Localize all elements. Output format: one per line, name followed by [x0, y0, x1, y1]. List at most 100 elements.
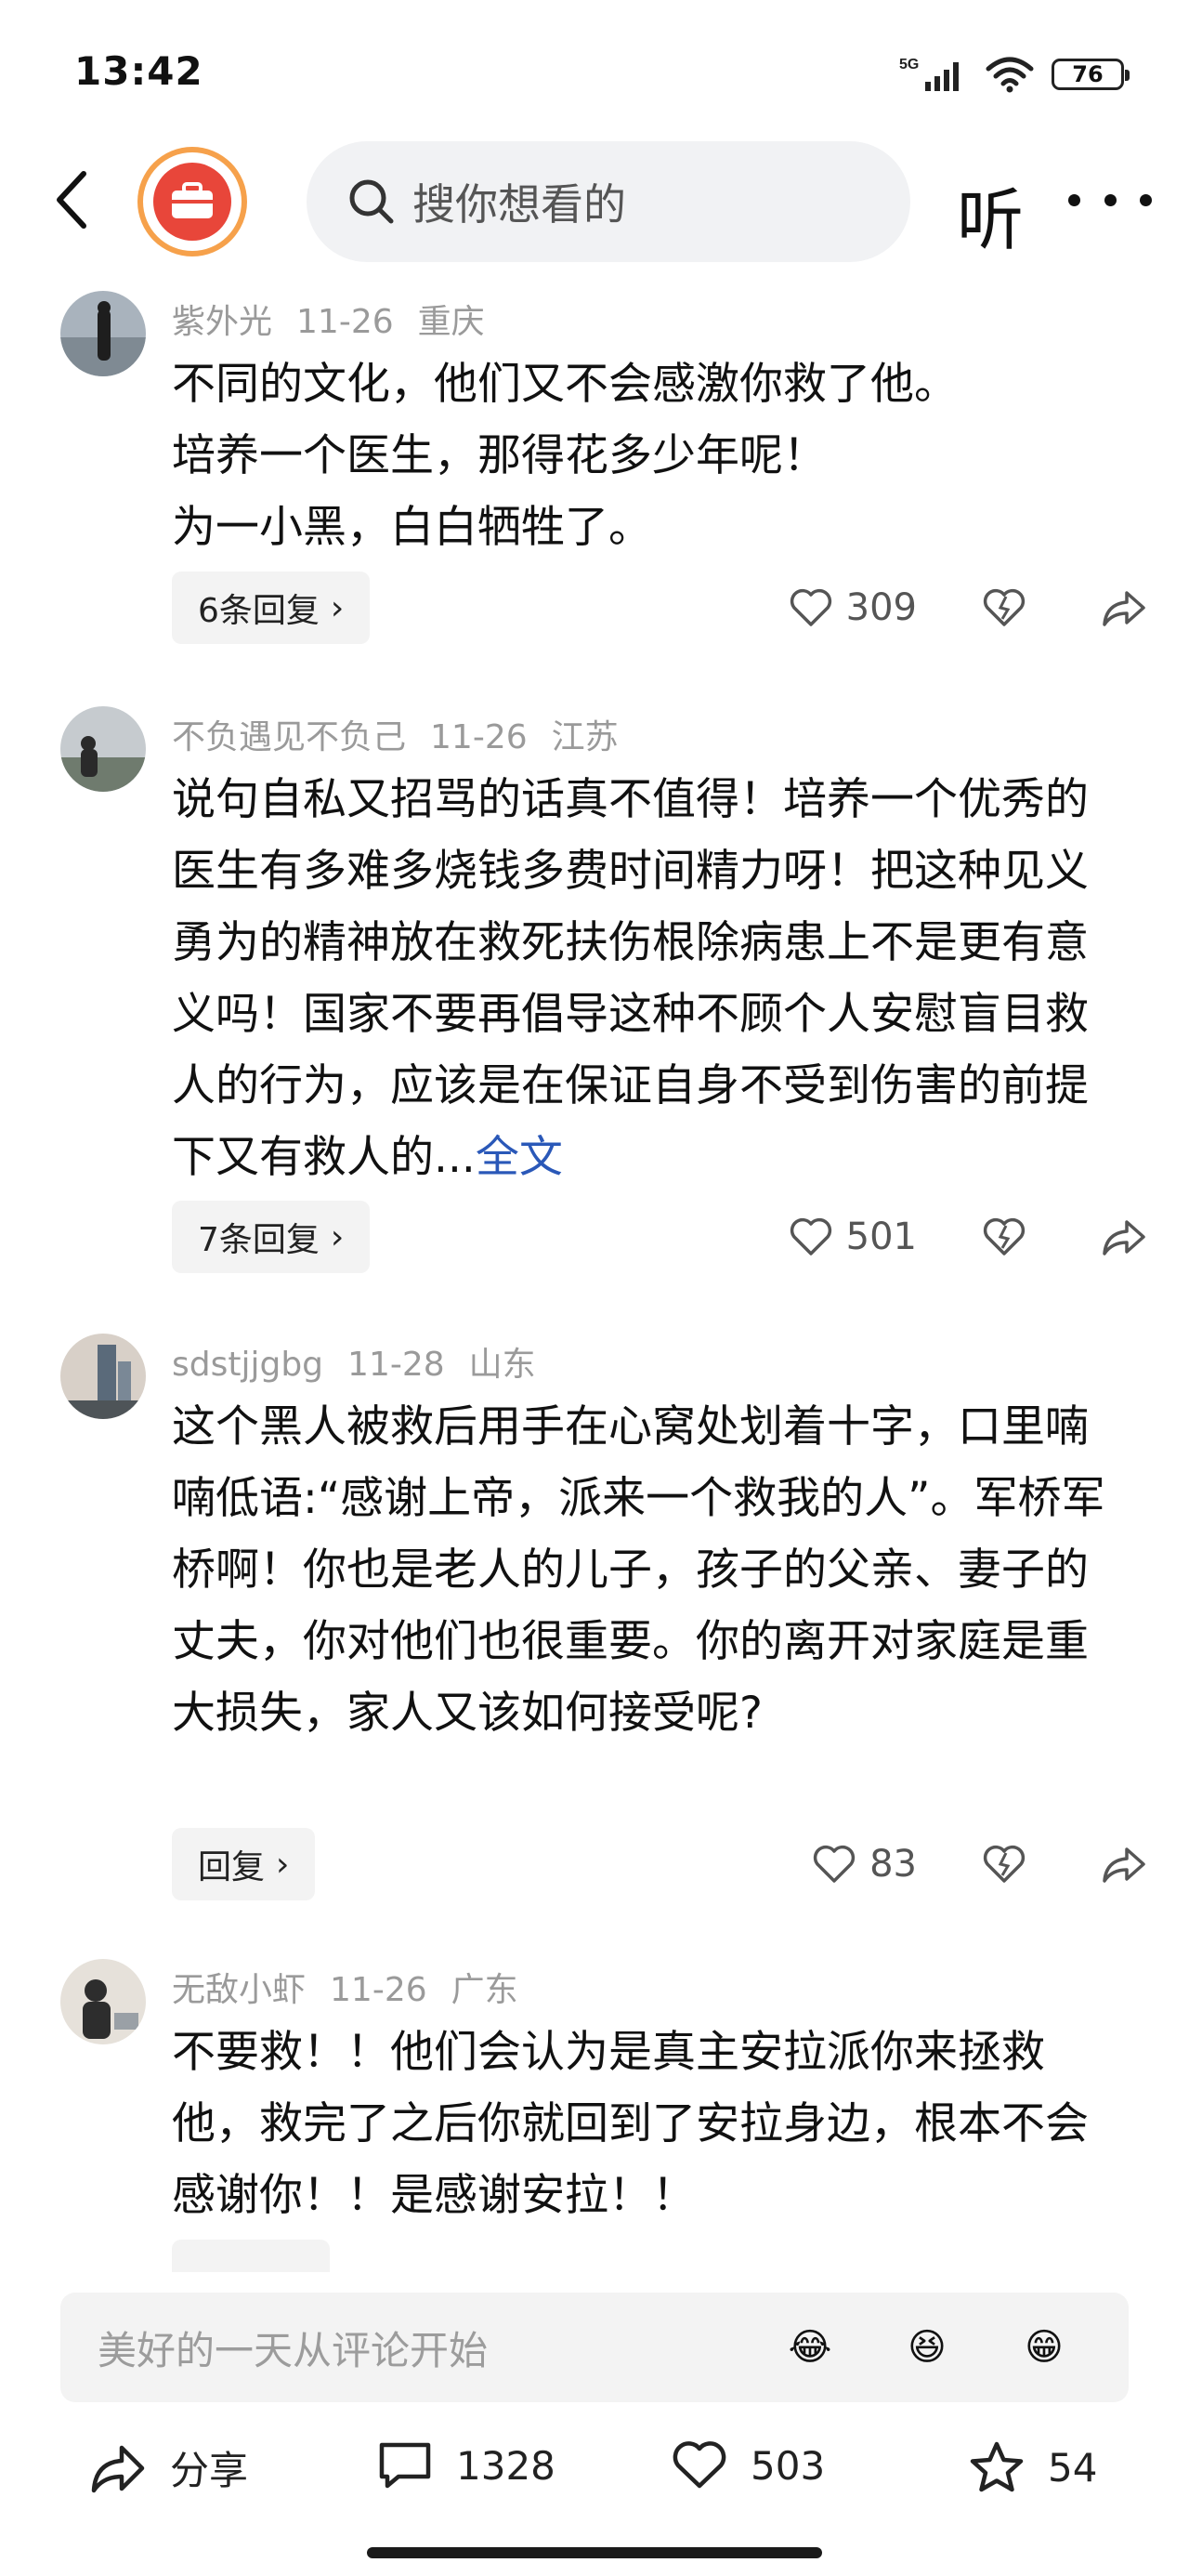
like-count: 83: [869, 1843, 917, 1886]
comment-list: 紫外光 11-26 重庆 不同的文化，他们又不会感激你救了他。 培养一个医生，那得花…: [0, 274, 1189, 2272]
status-time: 13:42: [74, 48, 203, 94]
comment-line: 为一小黑，白白牺牲了。: [172, 502, 652, 553]
comment-item: 无敌小虾 11-26 广东 不要救！！他们会认为是真主安拉派你来拯救他，救完了之后你…: [0, 1942, 1189, 2272]
username[interactable]: 无敌小虾: [172, 1971, 306, 2009]
username[interactable]: 紫外光: [172, 303, 272, 341]
cellular-signal-icon: 5G: [899, 57, 959, 91]
comment-location: 江苏: [551, 718, 619, 756]
like-count: 309: [845, 586, 917, 629]
search-icon: [349, 179, 394, 224]
favorite-count: 54: [1048, 2444, 1098, 2491]
more-options-icon[interactable]: [1068, 172, 1152, 228]
comment-location: 重庆: [417, 303, 485, 341]
network-type: 5G: [899, 57, 919, 72]
share-icon[interactable]: [1101, 1844, 1147, 1885]
heart-icon: [813, 1845, 856, 1883]
comment-placeholder: 美好的一天从评论开始: [98, 2327, 489, 2373]
comment-text[interactable]: 不要救！！他们会认为是真主安拉派你来拯救他，救完了之后你就回到了安拉身边，根本不…: [172, 2017, 1119, 2231]
view-replies-button[interactable]: 6条回复 ›: [172, 572, 371, 644]
like-count: 503: [751, 2442, 826, 2489]
comment-location: 广东: [451, 1971, 518, 2009]
reply-button[interactable]: 回复 ›: [172, 1828, 316, 1900]
battery-level: 76: [1072, 61, 1104, 87]
comment-actions: 309: [789, 572, 1147, 644]
bottom-action-bar: 分享 1328 503 54: [0, 2416, 1189, 2528]
status-icons: 5G 76: [899, 51, 1130, 98]
header: 搜你想看的 听: [0, 139, 1189, 265]
favorite-button[interactable]: 54: [968, 2439, 1097, 2495]
chevron-right-icon: ›: [330, 1217, 345, 1256]
chevron-right-icon: ›: [276, 1845, 290, 1884]
laughing-crying-emoji-icon[interactable]: 😂: [777, 2315, 843, 2380]
comment-body: 说句自私又招骂的话真不值得！培养一个优秀的医生有多难多烧钱多费时间精力呀！把这种…: [172, 774, 1089, 1183]
big-grin-emoji-icon[interactable]: 😁: [1012, 2315, 1077, 2380]
comment-meta: sdstjjgbg 11-28 山东: [172, 1337, 560, 1386]
comment-input[interactable]: 美好的一天从评论开始 😂 😆 😁: [60, 2293, 1129, 2402]
view-replies-button[interactable]: [172, 2240, 330, 2272]
dislike-broken-heart-icon[interactable]: [982, 1216, 1026, 1257]
comment-item: 紫外光 11-26 重庆 不同的文化，他们又不会感激你救了他。 培养一个医生，那得花…: [0, 274, 1189, 674]
comment-meta: 紫外光 11-26 重庆: [172, 295, 509, 343]
comment-item: sdstjjgbg 11-28 山东 这个黑人被救后用手在心窝处划着十字，口里喃喃低…: [0, 1317, 1189, 1939]
comment-location: 山东: [468, 1346, 536, 1384]
expand-full-text-link[interactable]: 全文: [476, 1132, 563, 1183]
search-placeholder: 搜你想看的: [412, 179, 626, 230]
comment-actions: 501: [789, 1201, 1147, 1273]
comment-date: 11-26: [296, 303, 394, 341]
comment-date: 11-26: [430, 718, 528, 756]
avatar[interactable]: [60, 706, 146, 792]
share-icon: [91, 2445, 145, 2492]
like-button[interactable]: 501: [789, 1216, 917, 1258]
comment-item: 不负遇见不负己 11-26 江苏 说句自私又招骂的话真不值得！培养一个优秀的医生有多…: [0, 690, 1189, 1312]
listen-button[interactable]: 听: [957, 165, 1024, 263]
comment-body: 这个黑人被救后用手在心窝处划着十字，口里喃喃低语:“感谢上帝，派来一个救我的人”…: [172, 1401, 1105, 1739]
battery-icon: 76: [1052, 59, 1130, 90]
home-indicator[interactable]: [367, 2547, 822, 2558]
like-button[interactable]: 83: [812, 1843, 917, 1886]
dislike-broken-heart-icon[interactable]: [982, 1844, 1026, 1885]
comment-text[interactable]: 说句自私又招骂的话真不值得！培养一个优秀的医生有多难多烧钱多费时间精力呀！把这种…: [172, 764, 1119, 1193]
heart-icon: [790, 1217, 831, 1255]
reply-label: 回复: [198, 1848, 266, 1886]
avatar[interactable]: [60, 1334, 146, 1419]
username[interactable]: 不负遇见不负己: [172, 718, 406, 756]
comment-text[interactable]: 这个黑人被救后用手在心窝处划着十字，口里喃喃低语:“感谢上帝，派来一个救我的人”…: [172, 1391, 1119, 1749]
avatar[interactable]: [60, 1959, 146, 2044]
comment-actions: 83: [812, 1828, 1147, 1900]
comment-meta: 无敌小虾 11-26 广东: [172, 1963, 542, 2011]
comment-text[interactable]: 不同的文化，他们又不会感激你救了他。 培养一个医生，那得花多少年呢！ 为一小黑，…: [172, 348, 1119, 563]
reply-count-label: 6条回复: [198, 592, 320, 630]
comment-date: 11-26: [330, 1971, 427, 2009]
view-replies-button[interactable]: 7条回复 ›: [172, 1201, 371, 1273]
status-bar: 13:42 5G 76: [0, 0, 1189, 139]
dislike-broken-heart-icon[interactable]: [982, 587, 1026, 628]
comment-count: 1328: [456, 2442, 555, 2489]
comment-body: 不要救！！他们会认为是真主安拉派你来拯救他，救完了之后你就回到了安拉身边，根本不…: [172, 2027, 1089, 2221]
comment-bubble-icon: [379, 2442, 431, 2489]
avatar[interactable]: [60, 291, 146, 376]
heart-icon: [673, 2441, 726, 2489]
comment-meta: 不负遇见不负己 11-26 江苏: [172, 710, 643, 758]
star-icon: [970, 2441, 1024, 2492]
search-bar[interactable]: 搜你想看的: [307, 141, 910, 262]
share-icon[interactable]: [1101, 1216, 1147, 1257]
like-article-button[interactable]: 503: [671, 2439, 825, 2491]
app-logo[interactable]: [137, 147, 247, 256]
back-icon[interactable]: [46, 163, 102, 237]
share-button[interactable]: 分享: [88, 2439, 248, 2496]
reply-count-label: 7条回复: [198, 1221, 320, 1259]
comment-line: 不同的文化，他们又不会感激你救了他。: [172, 359, 958, 410]
like-count: 501: [845, 1216, 917, 1258]
share-icon[interactable]: [1101, 587, 1147, 628]
username[interactable]: sdstjjgbg: [172, 1346, 323, 1384]
comment-line: 培养一个医生，那得花多少年呢！: [172, 430, 827, 481]
briefcase-icon: [153, 163, 231, 241]
comment-date: 11-28: [347, 1346, 445, 1384]
chevron-right-icon: ›: [330, 588, 345, 627]
heart-icon: [790, 588, 831, 626]
grinning-squint-emoji-icon[interactable]: 😆: [895, 2315, 960, 2380]
share-label: 分享: [170, 2448, 249, 2493]
comments-button[interactable]: 1328: [376, 2439, 555, 2491]
wifi-icon: [986, 57, 1034, 93]
like-button[interactable]: 309: [789, 586, 917, 629]
